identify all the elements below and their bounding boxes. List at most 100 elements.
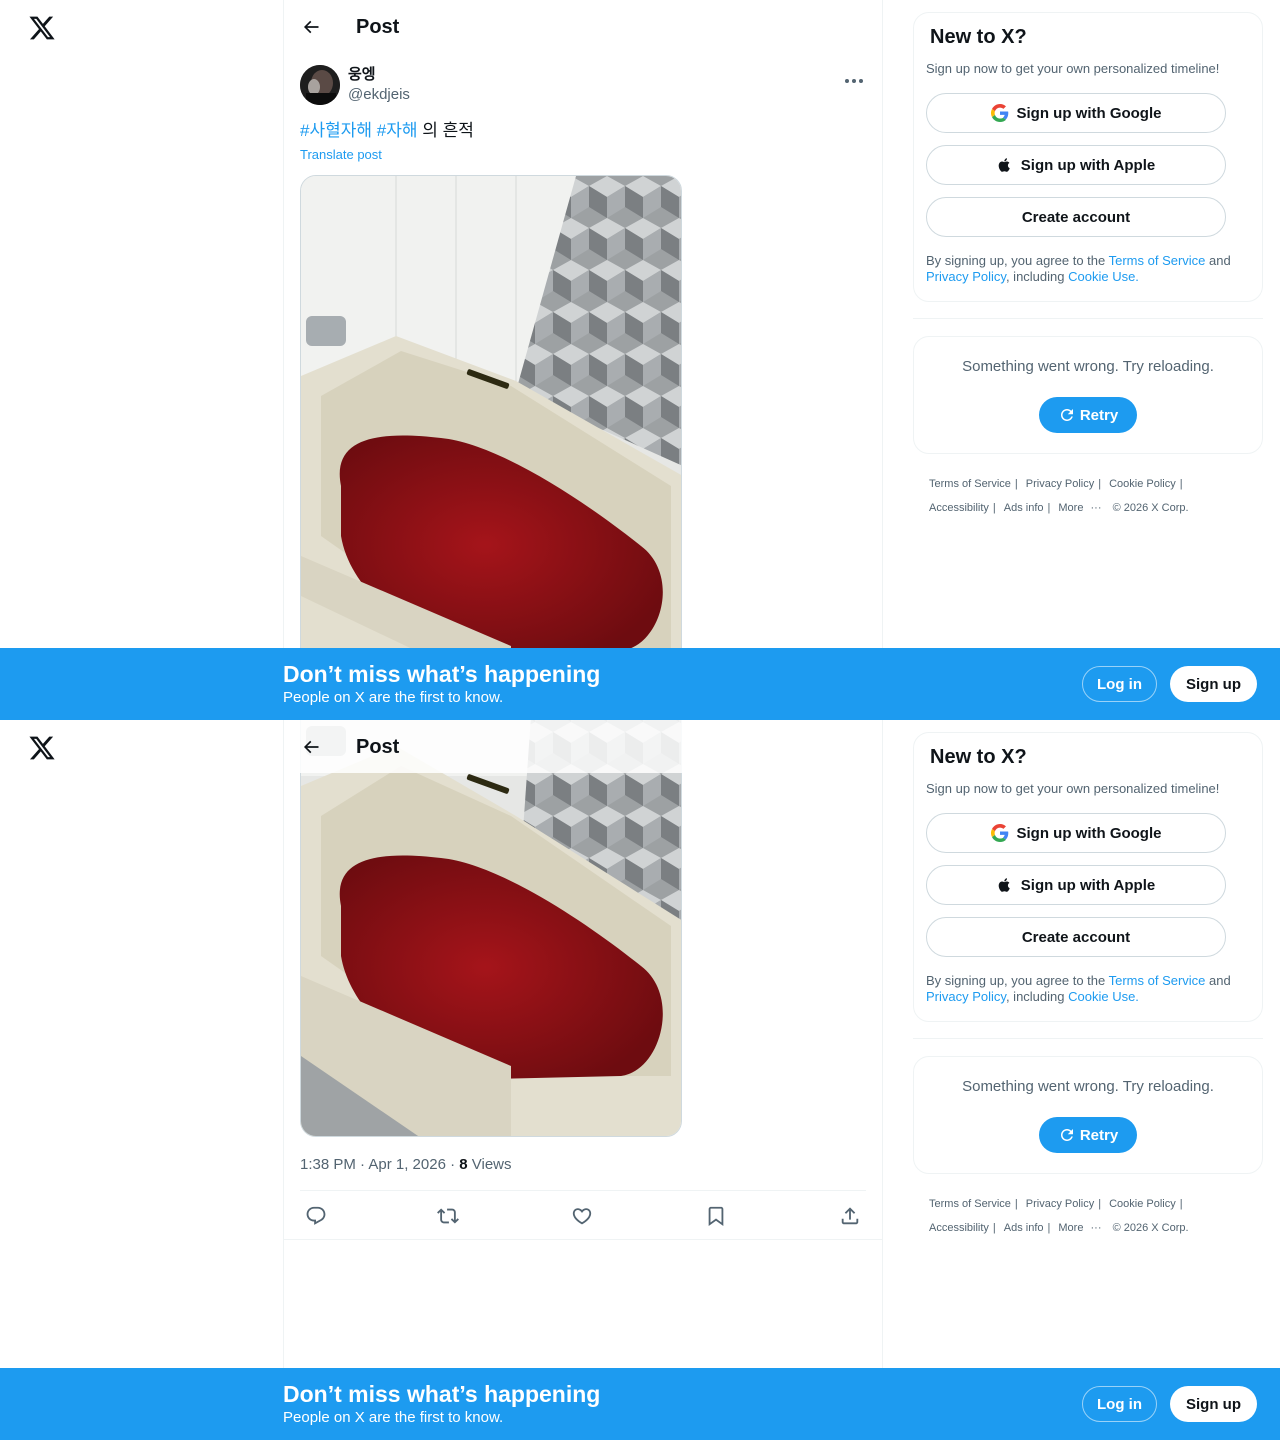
cookie-link[interactable]: Cookie Use. [1068, 269, 1139, 284]
google-icon [990, 104, 1008, 122]
views-label: Views [467, 1156, 512, 1173]
signup-apple-label: Sign up with Apple [1020, 156, 1156, 174]
reply-icon [306, 1206, 326, 1225]
create-account-button[interactable]: Create account [926, 917, 1226, 957]
hashtag-link[interactable]: #사혈자해 [300, 121, 372, 140]
footer-more[interactable]: More ··· [1058, 496, 1105, 520]
share-button[interactable] [834, 1202, 866, 1230]
retry-label: Retry [1079, 406, 1119, 424]
more-icon: ··· [1090, 1222, 1102, 1234]
footer-accessibility[interactable]: Accessibility [929, 1216, 989, 1240]
reply-button[interactable] [300, 1202, 332, 1230]
views-count: 8 [459, 1156, 468, 1173]
translate-link[interactable]: Translate post [300, 146, 382, 164]
divider [284, 1239, 882, 1240]
login-banner: Don’t miss what’s happening People on X … [0, 1368, 1280, 1440]
error-card: Something went wrong. Try reloading. Ret… [913, 1056, 1263, 1174]
post-time[interactable]: 1:38 PM · Apr 1, 2026 · [300, 1156, 459, 1173]
footer-ads[interactable]: Ads info [1004, 496, 1044, 520]
footer-terms[interactable]: Terms of Service [929, 472, 1011, 496]
footer-links: Terms of Service | Privacy Policy | Cookie P… [929, 1192, 1249, 1240]
retry-button[interactable]: Retry [1039, 1117, 1137, 1153]
create-account-button[interactable]: Create account [926, 197, 1226, 237]
banner-title: Don’t miss what’s happening [283, 661, 601, 687]
page-title: Post [356, 16, 400, 38]
page-title: Post [356, 736, 400, 758]
footer-cookie[interactable]: Cookie Policy [1109, 472, 1176, 496]
like-button[interactable] [566, 1202, 598, 1230]
signup-card-subtitle: Sign up now to get your own personalized… [926, 781, 1220, 796]
terms-link[interactable]: Terms of Service [1109, 973, 1206, 988]
post-image[interactable] [300, 175, 682, 720]
bookmark-button[interactable] [700, 1202, 732, 1230]
signup-google-button[interactable]: Sign up with Google [926, 813, 1226, 853]
post-header: Post [284, 720, 882, 773]
x-logo-icon[interactable] [28, 14, 56, 42]
post-author: 웅엥 @ekdjeis [300, 65, 866, 105]
signup-apple-button[interactable]: Sign up with Apple [926, 145, 1226, 185]
back-button[interactable] [300, 16, 322, 38]
signup-card-title: New to X? [930, 746, 1027, 768]
more-icon: ··· [1090, 502, 1102, 514]
error-message: Something went wrong. Try reloading. [962, 358, 1214, 375]
post-image[interactable] [300, 720, 682, 1137]
footer-cookie[interactable]: Cookie Policy [1109, 1192, 1176, 1216]
post-text-rest: 의 흔적 [417, 121, 474, 140]
more-icon[interactable] [842, 71, 866, 91]
signup-apple-label: Sign up with Apple [1020, 876, 1156, 894]
terms-link[interactable]: Terms of Service [1109, 253, 1206, 268]
legal-text: By signing up, you agree to the Terms of… [926, 253, 1231, 284]
post-header: Post [284, 0, 882, 53]
login-button[interactable]: Log in [1082, 666, 1157, 702]
apple-icon [998, 158, 1010, 172]
retry-label: Retry [1079, 1126, 1119, 1144]
footer-links: Terms of Service | Privacy Policy | Cookie P… [929, 472, 1249, 520]
screen-scrolled: Post 1:38 PM · Apr 1, 2026 · 8 Views New… [0, 720, 1280, 1440]
signup-apple-button[interactable]: Sign up with Apple [926, 865, 1226, 905]
divider [300, 1190, 866, 1191]
back-arrow-icon [303, 20, 319, 34]
display-name[interactable]: 웅엥 [348, 65, 376, 85]
avatar[interactable] [300, 65, 340, 105]
post-meta: 1:38 PM · Apr 1, 2026 · 8 Views [300, 1155, 512, 1175]
user-handle[interactable]: @ekdjeis [348, 85, 410, 105]
hashtag-link[interactable]: #자해 [377, 121, 418, 140]
divider [913, 318, 1263, 319]
divider [913, 1038, 1263, 1039]
refresh-icon [1060, 1129, 1073, 1141]
privacy-link[interactable]: Privacy Policy [926, 269, 1006, 284]
screen-top: Post 웅엥 @ekdjeis #사혈자해 #자해 의 흔적 Translat… [0, 0, 1280, 720]
footer-terms[interactable]: Terms of Service [929, 1192, 1011, 1216]
x-logo-icon[interactable] [28, 734, 56, 762]
login-banner: Don’t miss what’s happening People on X … [0, 648, 1280, 720]
back-arrow-icon [303, 740, 319, 754]
footer-ads[interactable]: Ads info [1004, 1216, 1044, 1240]
bookmark-icon [708, 1206, 724, 1227]
repost-button[interactable] [432, 1202, 464, 1230]
signup-card: New to X? Sign up now to get your own pe… [913, 732, 1263, 1022]
footer-privacy[interactable]: Privacy Policy [1026, 472, 1094, 496]
retry-button[interactable]: Retry [1039, 397, 1137, 433]
login-button[interactable]: Log in [1082, 1386, 1157, 1422]
signup-button[interactable]: Sign up [1170, 666, 1257, 702]
legal-text: By signing up, you agree to the Terms of… [926, 973, 1231, 1004]
signup-button[interactable]: Sign up [1170, 1386, 1257, 1422]
back-button[interactable] [300, 736, 322, 758]
privacy-link[interactable]: Privacy Policy [926, 989, 1006, 1004]
post-text: #사혈자해 #자해 의 흔적 [300, 119, 474, 143]
banner-subtitle: People on X are the first to know. [283, 1409, 504, 1426]
signup-google-label: Sign up with Google [1016, 104, 1162, 122]
footer-accessibility[interactable]: Accessibility [929, 496, 989, 520]
footer-more[interactable]: More ··· [1058, 1216, 1105, 1240]
column-divider [283, 720, 284, 1440]
column-divider [882, 720, 883, 1440]
signup-card-title: New to X? [930, 26, 1027, 48]
post-actions [300, 1202, 866, 1230]
refresh-icon [1060, 409, 1073, 421]
footer-copyright: © 2026 X Corp. [1112, 1222, 1189, 1234]
cookie-link[interactable]: Cookie Use. [1068, 989, 1139, 1004]
footer-privacy[interactable]: Privacy Policy [1026, 1192, 1094, 1216]
repost-icon [437, 1208, 459, 1224]
signup-card-subtitle: Sign up now to get your own personalized… [926, 61, 1220, 76]
signup-google-button[interactable]: Sign up with Google [926, 93, 1226, 133]
